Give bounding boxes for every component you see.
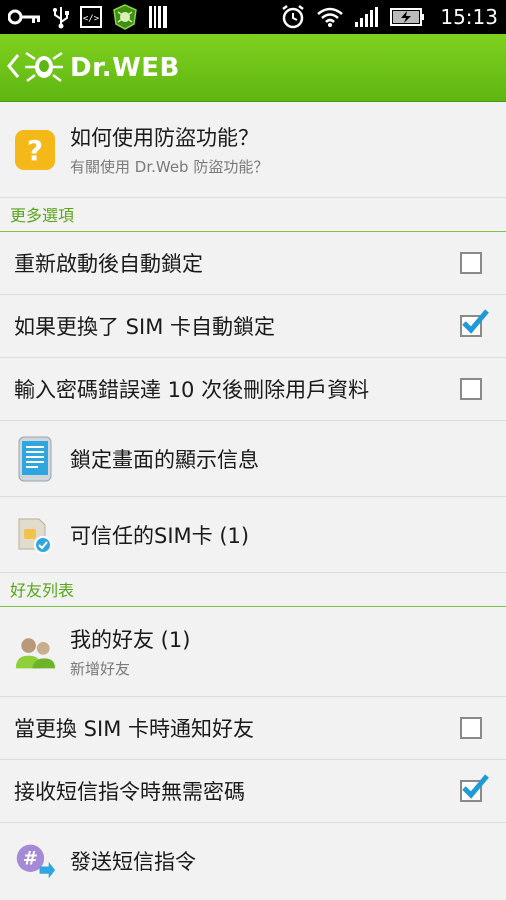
action-bar: Dr.WEB [0, 34, 506, 102]
chevron-left-icon [6, 53, 20, 83]
help-title: 如何使用防盜功能？ [70, 126, 259, 150]
option-auto-lock-sim-change[interactable]: 如果更換了 SIM 卡自動鎖定 [0, 295, 506, 358]
option-label: 輸入密碼錯誤達 10 次後刪除用戶資料 [14, 378, 370, 402]
barcode-icon [148, 5, 168, 29]
my-friends-subtitle: 新增好友 [70, 660, 131, 678]
help-item[interactable]: ? 如何使用防盜功能？ 有關使用 Dr.Web 防盜功能？ [0, 102, 506, 198]
code-icon: </> [80, 6, 102, 28]
svg-text:?: ? [27, 134, 43, 167]
option-auto-lock-reboot[interactable]: 重新啟動後自動鎖定 [0, 232, 506, 295]
my-friends-title: 我的好友 (1) [70, 628, 191, 652]
battery-charging-icon [390, 7, 426, 27]
back-button[interactable]: Dr.WEB [6, 49, 180, 87]
signal-icon [354, 6, 380, 28]
drweb-spider-icon [112, 4, 138, 30]
drweb-logo-icon [24, 49, 64, 87]
option-label: 重新啟動後自動鎖定 [14, 252, 203, 276]
friends-icon [14, 630, 56, 674]
key-icon [8, 9, 42, 25]
content: ? 如何使用防盜功能？ 有關使用 Dr.Web 防盜功能？ 更多選項 重新啟動後… [0, 102, 506, 899]
option-wipe-after-wrong-password[interactable]: 輸入密碼錯誤達 10 次後刪除用戶資料 [0, 358, 506, 421]
brand-title: Dr.WEB [70, 52, 180, 83]
option-label: 接收短信指令時無需密碼 [14, 780, 245, 804]
option-label: 如果更換了 SIM 卡自動鎖定 [14, 315, 275, 339]
checkbox-auto-lock-sim-change[interactable] [460, 309, 489, 337]
option-label: 當更換 SIM 卡時通知好友 [14, 717, 254, 741]
trusted-sim-label: 可信任的SIM卡 (1) [70, 523, 250, 548]
checkbox-sms-no-password[interactable] [460, 774, 489, 802]
option-notify-friends-sim-change[interactable]: 當更換 SIM 卡時通知好友 [0, 697, 506, 760]
phone-text-icon [14, 436, 56, 481]
send-sms-commands-item[interactable]: # 發送短信指令 [0, 823, 506, 899]
section-header-more-options: 更多選項 [0, 198, 506, 232]
section-header-friends: 好友列表 [0, 573, 506, 607]
hashtag-send-icon: # [14, 839, 56, 883]
lock-screen-info-label: 鎖定畫面的顯示信息 [70, 447, 259, 472]
status-bar: </> 15:13 [0, 0, 506, 34]
wifi-icon [316, 6, 344, 28]
checkbox-auto-lock-reboot[interactable] [460, 252, 482, 274]
status-bar-right: 15:13 [280, 4, 498, 30]
question-icon: ? [14, 128, 56, 172]
help-subtitle: 有關使用 Dr.Web 防盜功能？ [70, 158, 269, 176]
send-sms-label: 發送短信指令 [70, 850, 196, 874]
usb-icon [52, 5, 70, 29]
svg-text:</>: </> [83, 14, 100, 24]
lock-screen-info-item[interactable]: 鎖定畫面的顯示信息 [0, 421, 506, 497]
option-sms-no-password[interactable]: 接收短信指令時無需密碼 [0, 760, 506, 823]
checkbox-wipe-after-wrong-password[interactable] [460, 378, 482, 400]
alarm-icon [280, 4, 306, 30]
checkbox-notify-friends-sim-change[interactable] [460, 717, 482, 739]
sim-card-icon [14, 513, 56, 557]
my-friends-item[interactable]: 我的好友 (1) 新增好友 [0, 607, 506, 697]
svg-text:#: # [23, 849, 38, 870]
status-bar-left: </> [8, 4, 168, 30]
status-clock: 15:13 [440, 5, 498, 29]
trusted-sim-item[interactable]: 可信任的SIM卡 (1) [0, 497, 506, 573]
